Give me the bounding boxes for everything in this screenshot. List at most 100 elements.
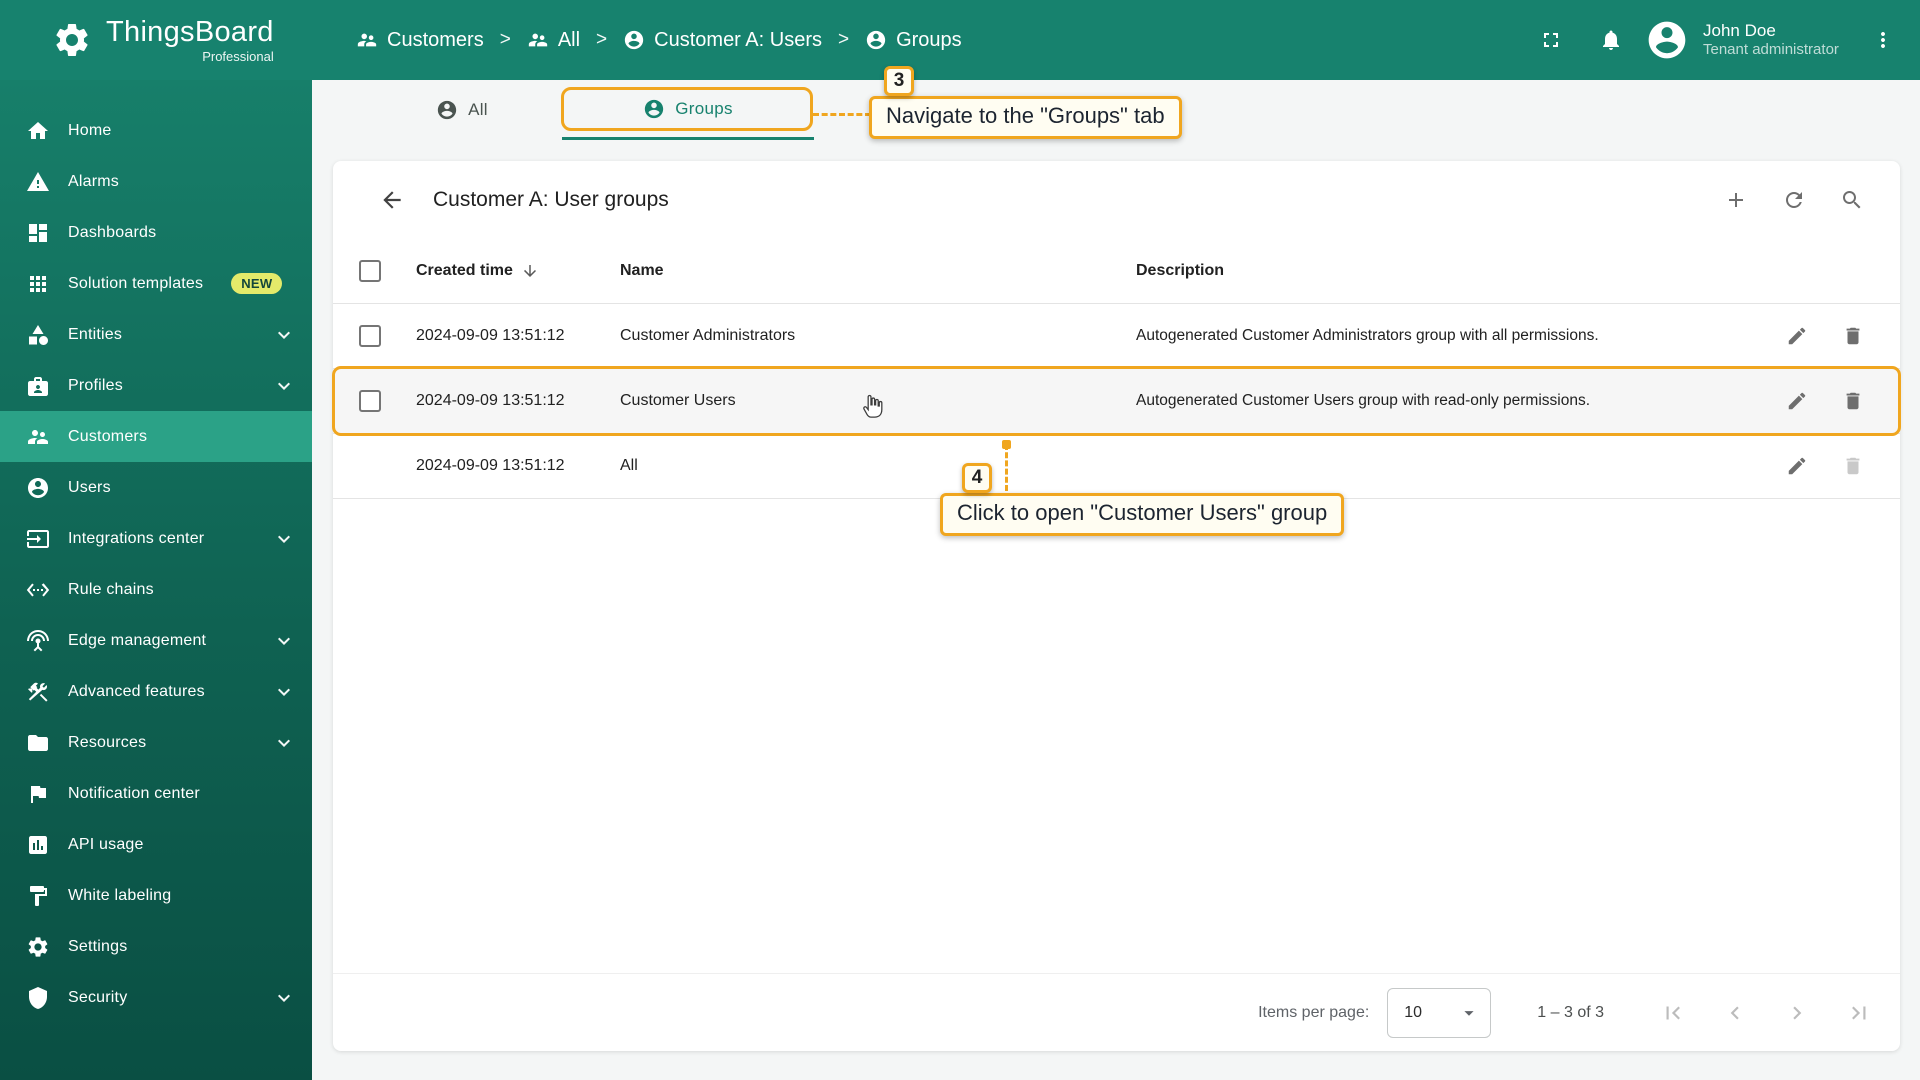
sidebar-item-resources[interactable]: Resources (0, 717, 312, 768)
breadcrumb: Customers > All > Customer A: Users > Gr… (356, 29, 962, 52)
sidebar-item-users[interactable]: Users (0, 462, 312, 513)
chart-icon (26, 833, 50, 857)
sidebar-item-solution-templates[interactable]: Solution templates NEW (0, 258, 312, 309)
search-icon[interactable] (1840, 188, 1864, 212)
select-all-checkbox[interactable] (359, 260, 381, 282)
sidebar-item-rule-chains[interactable]: Rule chains (0, 564, 312, 615)
chevron-down-icon (272, 629, 296, 653)
add-group-icon[interactable] (1724, 188, 1748, 212)
new-badge: NEW (231, 273, 283, 294)
sidebar-item-edge-management[interactable]: Edge management (0, 615, 312, 666)
cell-created-time: 2024-09-09 13:51:12 (416, 392, 565, 409)
column-description[interactable]: Description (1136, 262, 1750, 280)
tab-groups[interactable]: Groups (562, 80, 814, 140)
sidebar-item-label: API usage (68, 835, 144, 853)
edit-icon[interactable] (1786, 455, 1808, 477)
back-arrow-icon[interactable] (379, 187, 405, 213)
sidebar-item-integrations-center[interactable]: Integrations center (0, 513, 312, 564)
chevron-down-icon (272, 680, 296, 704)
sidebar-item-label: Entities (68, 325, 123, 343)
delete-icon-disabled[interactable] (1842, 455, 1864, 477)
sidebar-item-label: Dashboards (68, 223, 157, 241)
first-page-icon[interactable] (1660, 1000, 1686, 1026)
sidebar-item-entities[interactable]: Entities (0, 309, 312, 360)
sidebar-item-notification-center[interactable]: Notification center (0, 768, 312, 819)
entity-tabs: All Groups (312, 80, 1920, 140)
sidebar-item-label: Solution templates (68, 274, 204, 292)
notifications-bell-icon[interactable] (1599, 28, 1623, 52)
sidebar-item-label: Notification center (68, 784, 200, 802)
card-actions (1724, 188, 1864, 212)
table-row[interactable]: 2024-09-09 13:51:12 Customer Administrat… (333, 304, 1900, 369)
more-vert-icon[interactable] (1871, 28, 1895, 52)
items-per-page-label: Items per page: (1258, 1003, 1370, 1021)
cell-name: Customer Users (620, 392, 736, 409)
delete-icon[interactable] (1842, 390, 1864, 412)
tab-all[interactable]: All (382, 80, 542, 140)
sidebar-item-dashboards[interactable]: Dashboards (0, 207, 312, 258)
sidebar-item-white-labeling[interactable]: White labeling (0, 870, 312, 921)
last-page-icon[interactable] (1846, 1000, 1872, 1026)
group-icon (527, 29, 549, 51)
sidebar-item-api-usage[interactable]: API usage (0, 819, 312, 870)
main-content: All Groups Customer A: User groups Creat… (312, 80, 1920, 1080)
fullscreen-icon[interactable] (1539, 28, 1563, 52)
sidebar-item-home[interactable]: Home (0, 105, 312, 156)
user-name: John Doe (1703, 21, 1776, 40)
breadcrumb-label: Customer A: Users (654, 28, 822, 51)
thingsboard-logo-icon (52, 20, 92, 60)
breadcrumb-customer-a-users[interactable]: Customer A: Users (623, 29, 822, 52)
header-actions: John Doe Tenant administrator (1539, 18, 1920, 62)
previous-page-icon[interactable] (1722, 1000, 1748, 1026)
card-header: Customer A: User groups (333, 161, 1900, 239)
breadcrumb-separator: > (499, 29, 511, 50)
sort-desc-icon (521, 262, 539, 280)
sidebar-item-label: Rule chains (68, 580, 154, 598)
chevron-down-icon (272, 527, 296, 551)
column-created-time[interactable]: Created time (416, 262, 513, 280)
table-row[interactable]: 2024-09-09 13:51:12 All (333, 434, 1900, 499)
table-row-customer-users[interactable]: 2024-09-09 13:51:12 Customer Users Autog… (332, 366, 1901, 436)
sidebar-item-advanced-features[interactable]: Advanced features (0, 666, 312, 717)
row-checkbox[interactable] (359, 325, 381, 347)
edit-icon[interactable] (1786, 390, 1808, 412)
rule-chain-icon (26, 578, 50, 602)
next-page-icon[interactable] (1784, 1000, 1810, 1026)
sidebar-item-alarms[interactable]: Alarms (0, 156, 312, 207)
sidebar-item-customers[interactable]: Customers (0, 411, 312, 462)
items-per-page-value: 10 (1404, 1003, 1423, 1021)
warning-icon (26, 170, 50, 194)
breadcrumb-all[interactable]: All (527, 29, 580, 52)
top-header: ThingsBoard Professional Customers > All… (0, 0, 1920, 80)
user-avatar[interactable] (1645, 18, 1689, 62)
sidebar-item-label: Profiles (68, 376, 123, 394)
cell-created-time: 2024-09-09 13:51:12 (416, 457, 565, 474)
table-header-row: Created time Name Description (333, 239, 1900, 304)
user-role: Tenant administrator (1703, 41, 1839, 59)
person-icon (623, 29, 645, 51)
dropdown-caret-icon (1458, 1002, 1480, 1024)
delete-icon[interactable] (1842, 325, 1864, 347)
breadcrumb-customers[interactable]: Customers (356, 29, 484, 52)
column-name[interactable]: Name (620, 262, 1136, 280)
flag-icon (26, 782, 50, 806)
breadcrumb-label: Customers (387, 28, 484, 51)
sidebar-item-settings[interactable]: Settings (0, 921, 312, 972)
row-checkbox[interactable] (359, 390, 381, 412)
table-pagination: Items per page: 10 1 – 3 of 3 (333, 973, 1900, 1051)
app-logo[interactable]: ThingsBoard Professional (0, 17, 312, 63)
refresh-icon[interactable] (1782, 188, 1806, 212)
sidebar-item-profiles[interactable]: Profiles (0, 360, 312, 411)
edit-icon[interactable] (1786, 325, 1808, 347)
items-per-page-select[interactable]: 10 (1387, 987, 1492, 1038)
sidebar-item-label: Alarms (68, 172, 119, 190)
cell-description: Autogenerated Customer Users group with … (1136, 392, 1591, 409)
breadcrumb-groups[interactable]: Groups (865, 29, 962, 52)
sidebar-item-label: Edge management (68, 631, 207, 649)
sidebar-item-label: Customers (68, 427, 148, 445)
user-groups-card: Customer A: User groups Created time Nam… (332, 161, 1901, 1051)
breadcrumb-separator: > (596, 29, 608, 50)
badge-icon (26, 374, 50, 398)
dashboard-icon (26, 221, 50, 245)
sidebar-item-security[interactable]: Security (0, 972, 312, 1023)
